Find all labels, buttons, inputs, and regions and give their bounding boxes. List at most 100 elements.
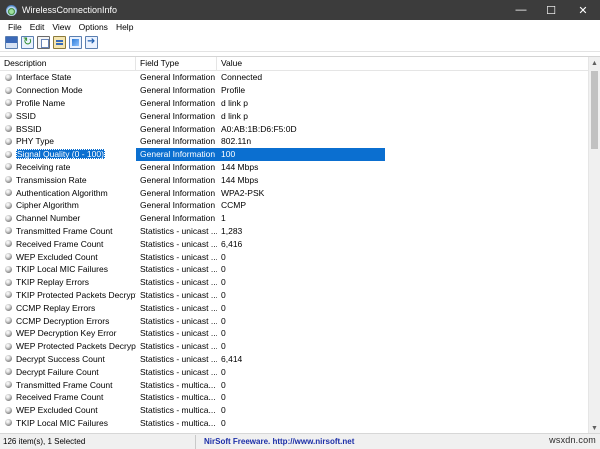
bullet-icon [5, 253, 12, 261]
menu-edit[interactable]: Edit [26, 22, 49, 32]
table-row[interactable]: Received Frame Count Statistics - unicast… [0, 237, 588, 250]
cell-description: Decrypt Failure Count [0, 367, 136, 377]
bullet-icon [5, 201, 12, 209]
menu-view[interactable]: View [48, 22, 74, 32]
table-row[interactable]: PHY Type General Information 802.11n [0, 135, 588, 148]
description-text: WEP Excluded Count [16, 405, 98, 416]
table-row[interactable]: Authentication Algorithm General Informat… [0, 186, 588, 199]
wireless-app-icon [6, 4, 17, 16]
bullet-icon [5, 317, 12, 325]
table-row[interactable]: Decrypt Failure Count Statistics - unicas… [0, 365, 588, 378]
cell-field-type: General Information [140, 72, 216, 83]
menu-options[interactable]: Options [75, 22, 112, 32]
cell-field-type: General Information [140, 97, 216, 108]
cell-field-type: Statistics - multica... [140, 392, 216, 403]
nirsoft-link[interactable]: NirSoft Freeware. http://www.nirsoft.net [196, 437, 354, 446]
cell-value: d link p [221, 97, 248, 108]
table-row[interactable]: WEP Excluded Count Statistics - multica..… [0, 404, 588, 417]
table-row[interactable]: Transmitted Frame Count Statistics - mult… [0, 378, 588, 391]
minimize-button[interactable]: — [506, 0, 536, 20]
table-row[interactable]: Profile Name General Information d link p [0, 97, 588, 110]
menu-help[interactable]: Help [112, 22, 137, 32]
copy-icon[interactable] [37, 36, 50, 49]
table-row[interactable]: Cipher Algorithm General Information CCMP [0, 199, 588, 212]
description-text: Transmission Rate [16, 174, 87, 185]
html-report-icon[interactable] [69, 36, 82, 49]
table-row[interactable]: SSID General Information d link p [0, 109, 588, 122]
bullet-icon [5, 265, 12, 273]
cell-field-type: Statistics - unicast ... [140, 251, 217, 262]
cell-description: TKIP Local MIC Failures [0, 418, 136, 428]
table-row[interactable]: TKIP Replay Errors Statistics - unicast .… [0, 276, 588, 289]
description-text: Received Frame Count [16, 392, 104, 403]
cell-field-type: Statistics - unicast ... [140, 225, 217, 236]
cell-description: Transmitted Frame Count [0, 380, 136, 390]
bullet-icon [5, 291, 12, 299]
properties-icon[interactable] [53, 36, 66, 49]
table-row[interactable]: Decrypt Success Count Statistics - unicas… [0, 353, 588, 366]
window-title: WirelessConnectionInfo [22, 5, 118, 15]
cell-description: Cipher Algorithm [0, 200, 136, 210]
column-header-field-type[interactable]: Field Type [136, 57, 217, 71]
cell-value: 0 [221, 392, 226, 403]
cell-description: BSSID [0, 124, 136, 134]
maximize-button[interactable]: ☐ [536, 0, 566, 20]
table-row[interactable]: TKIP Protected Packets Decrypt... Statist… [0, 289, 588, 302]
cell-value: 144 Mbps [221, 174, 259, 185]
description-text: Cipher Algorithm [16, 200, 79, 211]
description-text: Receiving rate [16, 161, 71, 172]
bullet-icon [5, 393, 12, 401]
cell-value: 144 Mbps [221, 161, 259, 172]
table-row[interactable]: CCMP Decryption Errors Statistics - unica… [0, 314, 588, 327]
title-bar: WirelessConnectionInfo — ☐ ✕ [0, 0, 600, 20]
table-row[interactable]: Connection Mode General Information Profil… [0, 84, 588, 97]
table-row[interactable]: TKIP Local MIC Failures Statistics - mult… [0, 417, 588, 430]
cell-description: TKIP Protected Packets Decrypt... [0, 290, 136, 300]
vertical-scrollbar[interactable]: ▲ ▼ [588, 57, 600, 434]
bullet-icon [5, 227, 12, 235]
table-row[interactable]: Transmission Rate General Information 144 … [0, 173, 588, 186]
toolbar [0, 34, 600, 52]
scroll-up-icon[interactable]: ▲ [589, 57, 600, 69]
bullet-icon [5, 355, 12, 363]
close-button[interactable]: ✕ [566, 0, 600, 20]
bullet-icon [5, 150, 12, 158]
cell-value: 0 [221, 328, 226, 339]
table-row[interactable]: TKIP Local MIC Failures Statistics - unic… [0, 263, 588, 276]
table-row[interactable]: WEP Excluded Count Statistics - unicast .… [0, 250, 588, 263]
table-row[interactable]: WEP Protected Packets Decrypt... Statisti… [0, 340, 588, 353]
list-header: Description Field Type Value [0, 57, 588, 71]
cell-value: 0 [221, 277, 226, 288]
table-row[interactable]: Channel Number General Information 1 [0, 212, 588, 225]
table-row[interactable]: CCMP Replay Errors Statistics - unicast .… [0, 301, 588, 314]
exit-icon[interactable] [85, 36, 98, 49]
table-row[interactable]: Interface State General Information Connec… [0, 71, 588, 84]
table-row[interactable]: WEP Decryption Key Error Statistics - uni… [0, 327, 588, 340]
cell-field-type: Statistics - unicast ... [140, 264, 217, 275]
bullet-icon [5, 278, 12, 286]
column-header-description[interactable]: Description [0, 57, 136, 71]
column-header-value[interactable]: Value [217, 57, 588, 71]
cell-value: 100 [217, 147, 385, 161]
table-row[interactable]: Received Frame Count Statistics - multica… [0, 391, 588, 404]
save-icon[interactable] [5, 36, 18, 49]
description-text: Profile Name [16, 97, 66, 108]
info-list-view[interactable]: Description Field Type Value Interface S… [0, 56, 600, 434]
description-text: Transmitted Frame Count [16, 225, 113, 236]
table-row[interactable]: BSSID General Information A0:AB:1B:D6:F5:0… [0, 122, 588, 135]
bullet-icon [5, 214, 12, 222]
refresh-icon[interactable] [21, 35, 34, 49]
cell-field-type: Statistics - multica... [140, 379, 216, 390]
description-text: BSSID [16, 123, 42, 134]
bullet-icon [5, 189, 12, 197]
cell-value: 0 [221, 289, 226, 300]
menu-file[interactable]: File [4, 22, 26, 32]
description-text: Signal Quality (0 - 100) [16, 149, 105, 160]
table-row[interactable]: Receiving rate General Information 144 Mbp… [0, 161, 588, 174]
description-text: CCMP Replay Errors [16, 302, 96, 313]
cell-field-type: Statistics - unicast ... [140, 341, 217, 352]
cell-description: TKIP Replay Errors [0, 277, 136, 287]
scroll-thumb[interactable] [591, 71, 598, 149]
table-row[interactable]: Transmitted Frame Count Statistics - unic… [0, 225, 588, 238]
table-row[interactable]: Signal Quality (0 - 100) General Informat… [0, 147, 588, 161]
